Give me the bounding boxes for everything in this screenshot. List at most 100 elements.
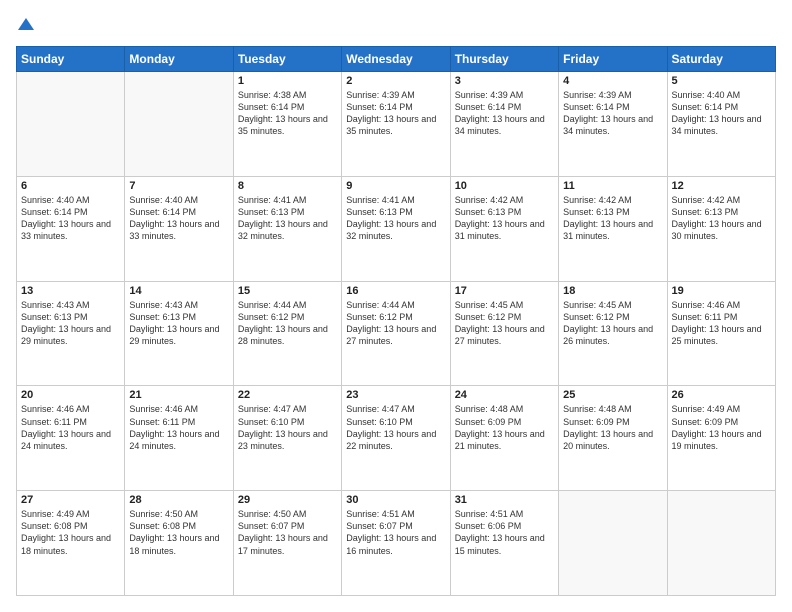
day-number: 15 xyxy=(238,285,337,297)
day-number: 7 xyxy=(129,180,228,192)
calendar-cell: 10Sunrise: 4:42 AM Sunset: 6:13 PM Dayli… xyxy=(450,176,558,281)
calendar-cell: 21 Sunrise: 4:46 AM Sunset: 6:11 PM Dayli… xyxy=(125,386,233,491)
calendar-cell: 27 Sunrise: 4:49 AM Sunset: 6:08 PM Dayli… xyxy=(17,491,125,596)
day-number: 24 xyxy=(455,389,554,401)
day-info: Sunrise: 4:46 AM Sunset: 6:11 PM Dayligh… xyxy=(21,403,120,452)
header xyxy=(16,16,776,36)
calendar-week-2: 6 Sunrise: 4:40 AM Sunset: 6:14 PM Daylig… xyxy=(17,176,776,281)
day-info: Sunrise: 4:41 AM Sunset: 6:13 PM Dayligh… xyxy=(346,194,445,243)
day-info: Sunrise: 4:39 AM Sunset: 6:14 PM Dayligh… xyxy=(346,89,445,138)
day-number: 4 xyxy=(563,75,662,87)
day-number: 2 xyxy=(346,75,445,87)
calendar-cell xyxy=(559,491,667,596)
calendar-week-3: 13 Sunrise: 4:43 AM Sunset: 6:13 PM Dayli… xyxy=(17,281,776,386)
calendar-cell: 26 Sunrise: 4:49 AM Sunset: 6:09 PM Dayli… xyxy=(667,386,775,491)
calendar-week-5: 27 Sunrise: 4:49 AM Sunset: 6:08 PM Dayli… xyxy=(17,491,776,596)
day-number: 13 xyxy=(21,285,120,297)
day-info: Sunrise: 4:40 AM Sunset: 6:14 PM Dayligh… xyxy=(129,194,228,243)
weekday-header-tuesday: Tuesday xyxy=(233,47,341,72)
calendar-cell: 5 Sunrise: 4:40 AM Sunset: 6:14 PM Daylig… xyxy=(667,72,775,177)
day-number: 5 xyxy=(672,75,771,87)
day-info: Sunrise: 4:48 AM Sunset: 6:09 PM Dayligh… xyxy=(563,403,662,452)
calendar-cell: 23Sunrise: 4:47 AM Sunset: 6:10 PM Dayli… xyxy=(342,386,450,491)
day-number: 1 xyxy=(238,75,337,87)
day-number: 3 xyxy=(455,75,554,87)
calendar-cell: 9 Sunrise: 4:41 AM Sunset: 6:13 PM Daylig… xyxy=(342,176,450,281)
day-info: Sunrise: 4:40 AM Sunset: 6:14 PM Dayligh… xyxy=(21,194,120,243)
calendar-cell: 25Sunrise: 4:48 AM Sunset: 6:09 PM Dayli… xyxy=(559,386,667,491)
day-info: Sunrise: 4:49 AM Sunset: 6:08 PM Dayligh… xyxy=(21,508,120,557)
day-number: 21 xyxy=(129,389,228,401)
day-info: Sunrise: 4:51 AM Sunset: 6:07 PM Dayligh… xyxy=(346,508,445,557)
weekday-header-friday: Friday xyxy=(559,47,667,72)
day-number: 26 xyxy=(672,389,771,401)
calendar-cell: 15 Sunrise: 4:44 AM Sunset: 6:12 PM Dayli… xyxy=(233,281,341,386)
logo-icon xyxy=(16,16,36,36)
day-number: 14 xyxy=(129,285,228,297)
calendar-cell: 11Sunrise: 4:42 AM Sunset: 6:13 PM Dayli… xyxy=(559,176,667,281)
page: SundayMondayTuesdayWednesdayThursdayFrid… xyxy=(0,0,792,612)
calendar-week-4: 20 Sunrise: 4:46 AM Sunset: 6:11 PM Dayli… xyxy=(17,386,776,491)
day-info: Sunrise: 4:45 AM Sunset: 6:12 PM Dayligh… xyxy=(563,299,662,348)
calendar-table: SundayMondayTuesdayWednesdayThursdayFrid… xyxy=(16,46,776,596)
day-number: 23 xyxy=(346,389,445,401)
calendar-cell xyxy=(125,72,233,177)
calendar-cell: 16 Sunrise: 4:44 AM Sunset: 6:12 PM Dayli… xyxy=(342,281,450,386)
calendar-cell: 24 Sunrise: 4:48 AM Sunset: 6:09 PM Dayli… xyxy=(450,386,558,491)
day-info: Sunrise: 4:43 AM Sunset: 6:13 PM Dayligh… xyxy=(21,299,120,348)
day-info: Sunrise: 4:51 AM Sunset: 6:06 PM Dayligh… xyxy=(455,508,554,557)
calendar-cell: 20 Sunrise: 4:46 AM Sunset: 6:11 PM Dayli… xyxy=(17,386,125,491)
calendar-cell: 2 Sunrise: 4:39 AM Sunset: 6:14 PM Daylig… xyxy=(342,72,450,177)
day-number: 22 xyxy=(238,389,337,401)
day-number: 16 xyxy=(346,285,445,297)
calendar-week-1: 1 Sunrise: 4:38 AM Sunset: 6:14 PM Daylig… xyxy=(17,72,776,177)
day-info: Sunrise: 4:40 AM Sunset: 6:14 PM Dayligh… xyxy=(672,89,771,138)
day-number: 11 xyxy=(563,180,662,192)
calendar-cell: 19 Sunrise: 4:46 AM Sunset: 6:11 PM Dayli… xyxy=(667,281,775,386)
day-info: Sunrise: 4:46 AM Sunset: 6:11 PM Dayligh… xyxy=(129,403,228,452)
weekday-header-wednesday: Wednesday xyxy=(342,47,450,72)
day-info: Sunrise: 4:41 AM Sunset: 6:13 PM Dayligh… xyxy=(238,194,337,243)
weekday-header-sunday: Sunday xyxy=(17,47,125,72)
day-info: Sunrise: 4:49 AM Sunset: 6:09 PM Dayligh… xyxy=(672,403,771,452)
day-info: Sunrise: 4:38 AM Sunset: 6:14 PM Dayligh… xyxy=(238,89,337,138)
weekday-header-saturday: Saturday xyxy=(667,47,775,72)
logo xyxy=(16,16,36,36)
calendar-cell: 22 Sunrise: 4:47 AM Sunset: 6:10 PM Dayli… xyxy=(233,386,341,491)
calendar-cell: 3 Sunrise: 4:39 AM Sunset: 6:14 PM Daylig… xyxy=(450,72,558,177)
calendar-cell: 18Sunrise: 4:45 AM Sunset: 6:12 PM Dayli… xyxy=(559,281,667,386)
day-number: 19 xyxy=(672,285,771,297)
calendar-cell: 6 Sunrise: 4:40 AM Sunset: 6:14 PM Daylig… xyxy=(17,176,125,281)
calendar-cell: 8 Sunrise: 4:41 AM Sunset: 6:13 PM Daylig… xyxy=(233,176,341,281)
day-number: 10 xyxy=(455,180,554,192)
calendar-cell: 28Sunrise: 4:50 AM Sunset: 6:08 PM Dayli… xyxy=(125,491,233,596)
day-info: Sunrise: 4:39 AM Sunset: 6:14 PM Dayligh… xyxy=(455,89,554,138)
day-info: Sunrise: 4:44 AM Sunset: 6:12 PM Dayligh… xyxy=(346,299,445,348)
day-number: 17 xyxy=(455,285,554,297)
day-number: 31 xyxy=(455,494,554,506)
day-info: Sunrise: 4:42 AM Sunset: 6:13 PM Dayligh… xyxy=(672,194,771,243)
weekday-header-monday: Monday xyxy=(125,47,233,72)
day-info: Sunrise: 4:39 AM Sunset: 6:14 PM Dayligh… xyxy=(563,89,662,138)
calendar-cell: 17 Sunrise: 4:45 AM Sunset: 6:12 PM Dayli… xyxy=(450,281,558,386)
day-number: 27 xyxy=(21,494,120,506)
calendar-cell: 12Sunrise: 4:42 AM Sunset: 6:13 PM Dayli… xyxy=(667,176,775,281)
day-info: Sunrise: 4:44 AM Sunset: 6:12 PM Dayligh… xyxy=(238,299,337,348)
day-info: Sunrise: 4:43 AM Sunset: 6:13 PM Dayligh… xyxy=(129,299,228,348)
day-number: 8 xyxy=(238,180,337,192)
weekday-header-row: SundayMondayTuesdayWednesdayThursdayFrid… xyxy=(17,47,776,72)
day-number: 9 xyxy=(346,180,445,192)
weekday-header-thursday: Thursday xyxy=(450,47,558,72)
day-number: 28 xyxy=(129,494,228,506)
calendar-cell: 4 Sunrise: 4:39 AM Sunset: 6:14 PM Daylig… xyxy=(559,72,667,177)
day-info: Sunrise: 4:45 AM Sunset: 6:12 PM Dayligh… xyxy=(455,299,554,348)
calendar-cell: 30Sunrise: 4:51 AM Sunset: 6:07 PM Dayli… xyxy=(342,491,450,596)
day-info: Sunrise: 4:47 AM Sunset: 6:10 PM Dayligh… xyxy=(238,403,337,452)
calendar-cell: 1 Sunrise: 4:38 AM Sunset: 6:14 PM Daylig… xyxy=(233,72,341,177)
day-number: 20 xyxy=(21,389,120,401)
day-info: Sunrise: 4:46 AM Sunset: 6:11 PM Dayligh… xyxy=(672,299,771,348)
day-info: Sunrise: 4:48 AM Sunset: 6:09 PM Dayligh… xyxy=(455,403,554,452)
calendar-cell: 29Sunrise: 4:50 AM Sunset: 6:07 PM Dayli… xyxy=(233,491,341,596)
day-number: 6 xyxy=(21,180,120,192)
calendar-cell: 31 Sunrise: 4:51 AM Sunset: 6:06 PM Dayli… xyxy=(450,491,558,596)
